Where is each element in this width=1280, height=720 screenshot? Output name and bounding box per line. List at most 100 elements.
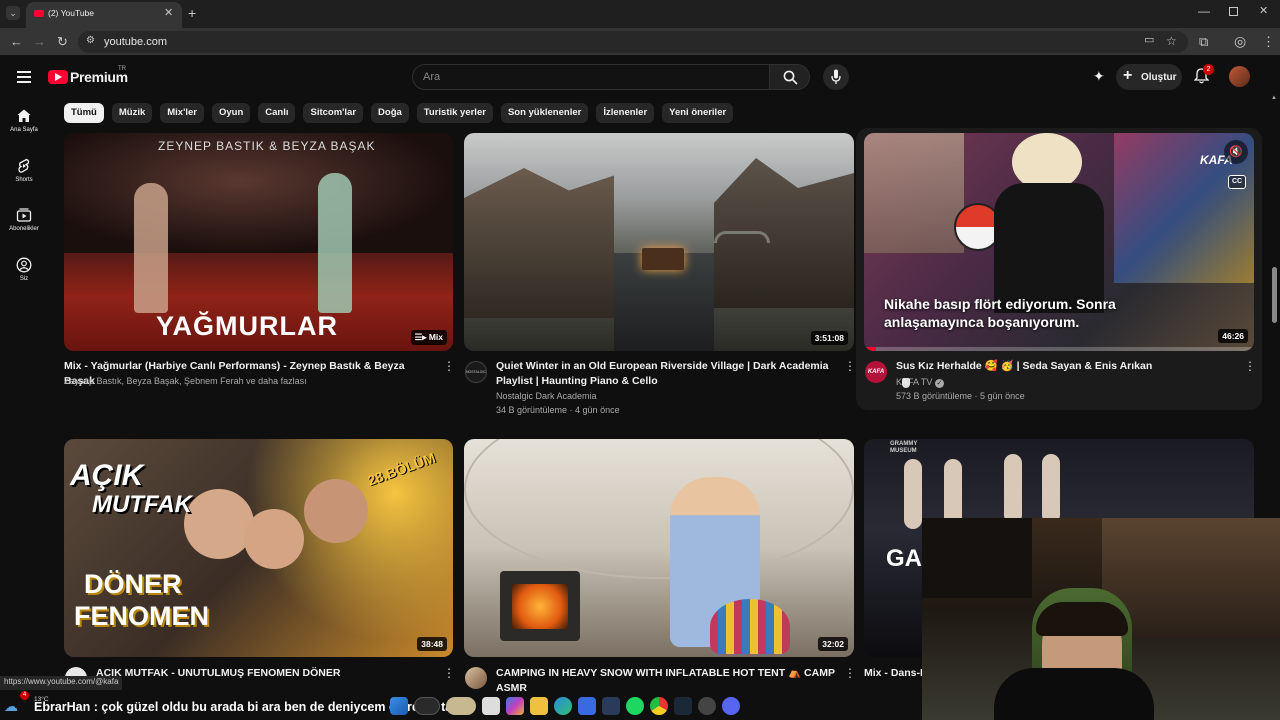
video-title[interactable]: Mix - Dans-F	[864, 666, 922, 681]
plus-icon: +	[1123, 67, 1133, 84]
cast-icon[interactable]: ▭	[1144, 35, 1154, 46]
chip-mixes[interactable]: Mix'ler	[160, 103, 204, 123]
sidebar-item-label: Abonelikler	[9, 226, 39, 232]
thumbnail-top-text: ZEYNEP BASTIK & BEYZA BAŞAK	[158, 139, 376, 153]
windows-taskbar	[380, 692, 920, 720]
store-icon[interactable]	[578, 697, 596, 715]
discord-icon[interactable]	[722, 697, 740, 715]
chip-new-to-you[interactable]: Yeni öneriler	[662, 103, 734, 123]
more-actions-icon[interactable]: ⋮	[443, 666, 455, 680]
site-info-icon[interactable]: ⚙	[86, 36, 95, 46]
app-icon[interactable]	[698, 697, 716, 715]
link-status-url: https://www.youtube.com/@kafa	[0, 676, 123, 690]
guide-menu-icon[interactable]	[17, 71, 31, 83]
voice-search-button[interactable]	[823, 64, 849, 90]
extensions-icon[interactable]: ⧉	[1199, 35, 1208, 48]
video-title[interactable]: Sus Kız Herhalde 🥰 🥳 | Seda Sayan & Enis…	[896, 359, 1236, 374]
video-stats: 34 B görüntüleme · 4 gün önce	[496, 405, 620, 415]
video-caption-text: Nikahe basıp flört ediyorum. Sonra anlaş…	[884, 296, 1116, 330]
filter-chip-bar: Tümü Müzik Mix'ler Oyun Canlı Sitcom'lar…	[64, 103, 734, 123]
more-actions-icon[interactable]: ⋮	[844, 359, 856, 373]
browser-menu-icon[interactable]: ⋮	[1262, 35, 1275, 48]
scroll-up-icon[interactable]: ▲	[1271, 95, 1277, 101]
cast-devices-icon[interactable]: ✦	[1093, 68, 1105, 85]
channel-avatar[interactable]: KAFA	[865, 361, 887, 383]
search-button[interactable]	[770, 64, 810, 90]
search-taskbar-icon[interactable]	[414, 697, 440, 715]
chip-watched[interactable]: İzlenenler	[596, 103, 655, 123]
video-stats: 573 B görüntüleme · 5 gün önce	[896, 391, 1025, 401]
url-bar[interactable]: ⚙ youtube.com ▭ ☆	[78, 31, 1188, 53]
notifications-button[interactable]: 2	[1193, 64, 1214, 86]
video-thumbnail[interactable]: AÇIK MUTFAK DÖNER FENOMEN 28.BÖLÜM 38:48	[64, 439, 453, 657]
chip-music[interactable]: Müzik	[111, 103, 153, 123]
scrollbar-thumb[interactable]	[1272, 267, 1277, 323]
steam-icon[interactable]	[674, 697, 692, 715]
create-button[interactable]: + Oluştur	[1116, 64, 1182, 90]
mute-icon[interactable]: 🔇	[1224, 140, 1248, 164]
reload-icon[interactable]: ↻	[57, 35, 68, 48]
sidebar-item-you[interactable]: Siz	[0, 257, 48, 282]
video-channel[interactable]: Nostalgic Dark Academia	[496, 389, 836, 403]
channel-avatar[interactable]	[465, 667, 487, 689]
tab-search-icon[interactable]: ⌄	[6, 6, 20, 20]
create-label: Oluştur	[1141, 72, 1177, 83]
search-icon	[783, 70, 798, 85]
thumbnail-title-text: GA	[886, 545, 922, 572]
new-tab-icon[interactable]: +	[188, 6, 196, 20]
chip-live[interactable]: Canlı	[258, 103, 296, 123]
chip-recent[interactable]: Son yüklenenler	[500, 103, 589, 123]
edge-icon[interactable]	[554, 697, 572, 715]
chrome-icon[interactable]	[650, 697, 668, 715]
restore-icon[interactable]	[1229, 7, 1238, 16]
more-actions-icon[interactable]: ⋮	[443, 359, 455, 373]
chip-tourist[interactable]: Turistik yerler	[416, 103, 493, 123]
profile-icon[interactable]: ◎	[1234, 34, 1246, 48]
browser-tab[interactable]: (2) YouTube ✕	[26, 2, 182, 28]
sidebar-item-home[interactable]: Ana Sayfa	[0, 108, 48, 133]
video-thumbnail[interactable]: 32:02	[464, 439, 854, 657]
thumbnail-corner-logo: GRAMMY MUSEUM	[890, 441, 918, 454]
task-view-icon[interactable]	[482, 697, 500, 715]
notification-count-badge: 2	[1203, 64, 1214, 75]
close-tab-icon[interactable]: ✕	[164, 8, 173, 19]
copilot-icon[interactable]	[506, 697, 524, 715]
chip-all[interactable]: Tümü	[64, 103, 104, 123]
minimize-icon[interactable]: —	[1198, 5, 1210, 17]
search-input[interactable]: Ara	[412, 64, 770, 90]
captions-toggle[interactable]: CC	[1228, 175, 1246, 189]
video-channel[interactable]: Zeynep Bastık, Beyza Başak, Şebnem Ferah…	[64, 374, 434, 388]
video-title[interactable]: Quiet Winter in an Old European Riversid…	[496, 359, 836, 389]
you-icon	[16, 257, 32, 273]
youtube-logo-icon	[48, 70, 68, 84]
file-explorer-icon[interactable]	[530, 697, 548, 715]
browser-toolbar: ← → ↻ ⚙ youtube.com ▭ ☆ ⧉ ◎ ⋮	[0, 28, 1280, 56]
sidebar-item-shorts[interactable]: Shorts	[0, 158, 48, 183]
close-window-icon[interactable]: ✕	[1259, 6, 1268, 17]
channel-avatar[interactable]: NOSTALGIC	[465, 361, 487, 383]
chip-gaming[interactable]: Oyun	[211, 103, 251, 123]
forward-icon[interactable]: →	[33, 35, 46, 48]
more-actions-icon[interactable]: ⋮	[1244, 359, 1256, 373]
widgets-icon[interactable]	[446, 697, 476, 715]
sidebar-item-label: Siz	[19, 276, 29, 282]
thumbnail-title-text: YAĞMURLAR	[156, 311, 339, 341]
chip-sitcoms[interactable]: Sitcom'lar	[303, 103, 364, 123]
video-title[interactable]: AÇIK MUTFAK - UNUTULMUŞ FENOMEN DÖNER	[96, 666, 436, 681]
app-icon[interactable]	[602, 697, 620, 715]
bookmark-star-icon[interactable]: ☆	[1166, 35, 1177, 47]
video-thumbnail[interactable]: 3:51:08	[464, 133, 854, 351]
sidebar-item-subscriptions[interactable]: Abonelikler	[0, 207, 48, 232]
spotify-icon[interactable]	[626, 697, 644, 715]
start-icon[interactable]	[390, 697, 408, 715]
video-thumbnail[interactable]: ZEYNEP BASTIK & BEYZA BAŞAK YAĞMURLAR ☰▸…	[64, 133, 453, 351]
home-icon	[17, 109, 31, 122]
duration-badge: 46:26	[1218, 329, 1248, 343]
chip-nature[interactable]: Doğa	[371, 103, 409, 123]
youtube-favicon-icon	[34, 10, 44, 17]
video-channel[interactable]: KAFA TV ✓	[896, 375, 1236, 389]
account-avatar[interactable]	[1229, 66, 1250, 87]
video-thumbnail[interactable]: KAFA 🔇 CC Nikahe basıp flört ediyorum. S…	[864, 133, 1254, 351]
more-actions-icon[interactable]: ⋮	[844, 666, 856, 680]
back-icon[interactable]: ←	[10, 35, 23, 48]
